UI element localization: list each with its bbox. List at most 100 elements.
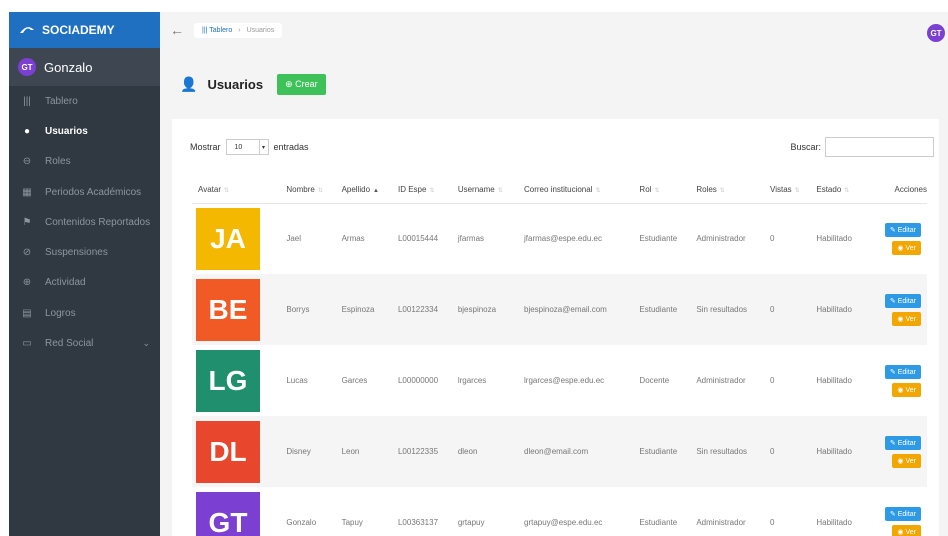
search-control: Buscar: <box>790 137 934 157</box>
cell-estado: Habilitado <box>816 376 852 385</box>
cell-estado: Habilitado <box>810 416 865 487</box>
sidebar-item-5[interactable]: ⊘ Suspensiones <box>9 237 160 267</box>
cell-correo: bjespinoza@email.com <box>518 274 634 345</box>
user-icon: ● <box>23 125 31 137</box>
search-label: Buscar: <box>790 142 821 152</box>
search-input[interactable] <box>825 137 934 157</box>
column-header[interactable]: Roles ⇅ <box>690 177 765 204</box>
sidebar-item-7[interactable]: ▤ Logros <box>9 298 160 328</box>
sort-icon: ⇅ <box>429 188 435 195</box>
view-button[interactable]: ◉ Ver <box>892 453 921 468</box>
cell-id: L00015444 <box>397 234 439 244</box>
avatar: BE <box>196 278 260 341</box>
cell-correo: jfarmas@espe.edu.ec <box>524 234 602 244</box>
cell-rol: Estudiante <box>639 518 678 527</box>
avatar: GT <box>196 491 260 536</box>
back-arrow-icon[interactable]: ← <box>170 22 184 38</box>
cell-correo: lrgarces@espe.edu.ec <box>524 376 605 385</box>
app-frame: SOCIADEMY GT Gonzalo ||| Tablero ● Usuarios… <box>9 12 948 536</box>
cell-roles: Administrador <box>696 376 746 385</box>
edit-label: Editar <box>897 297 916 305</box>
edit-button[interactable]: ✎ Editar <box>884 222 921 237</box>
calendar-icon: ▦ <box>22 186 32 198</box>
sidebar-item-3[interactable]: ▦ Periodos Académicos <box>9 177 160 207</box>
table-row: BE Borrys Espinoza L00122334 bjespinoza bjesp… <box>192 274 927 345</box>
column-header-label: Rol <box>639 185 652 195</box>
create-button[interactable]: ⊕ Crear <box>277 74 326 95</box>
avatar: LG <box>196 349 260 412</box>
column-header[interactable]: ID Espe ⇅ <box>391 177 452 204</box>
sidebar-item-6[interactable]: ⊕ Actividad <box>9 268 160 298</box>
cell-correo: grtapuy@espe.edu.ec <box>524 518 603 527</box>
column-header-label: Acciones <box>894 185 927 195</box>
cell-id: L00122334 <box>391 274 452 345</box>
actions-cell: ✎ Editar ◉ Ver <box>864 203 927 274</box>
page-size-select[interactable]: 10 ▾ <box>225 139 269 155</box>
column-header[interactable]: Correo institucional ⇅ <box>518 177 634 204</box>
cell-id: L00000000 <box>397 376 439 385</box>
table-header-row: Avatar ⇅ Nombre ⇅ Apellido ▲ ID Espe ⇅ Username ⇅… <box>192 177 927 204</box>
column-header-label: Roles <box>696 185 717 195</box>
cell-apellido: Leon <box>335 416 392 487</box>
view-label: Ver <box>905 244 916 252</box>
entries-label: entradas <box>273 142 309 152</box>
breadcrumb-root[interactable]: ||| Tablero <box>202 27 232 34</box>
cell-username: jfarmas <box>457 234 485 244</box>
column-header: Acciones <box>864 177 927 204</box>
cell-username: lrgarces <box>457 376 487 385</box>
edit-button[interactable]: ✎ Editar <box>884 435 921 450</box>
cell-username: bjespinoza <box>451 274 518 345</box>
column-header[interactable]: Username ⇅ <box>451 177 518 204</box>
sort-icon: ⇅ <box>794 188 800 195</box>
column-header[interactable]: Estado ⇅ <box>810 177 865 204</box>
avatar-cell: LG <box>192 345 280 416</box>
breadcrumb-current: Usuarios <box>246 26 275 34</box>
column-header[interactable]: Nombre ⇅ <box>280 177 336 204</box>
chevron-down-icon: ⌄ <box>142 338 150 349</box>
network-icon: ▭ <box>22 338 32 350</box>
sidebar-item-0[interactable]: ||| Tablero <box>9 86 160 116</box>
edit-button[interactable]: ✎ Editar <box>884 293 921 308</box>
user-menu-avatar[interactable]: GT <box>927 24 945 42</box>
cell-id: L00122335 <box>391 416 452 487</box>
view-button[interactable]: ◉ Ver <box>892 240 921 255</box>
sidebar-item-1[interactable]: ● Usuarios <box>9 116 160 146</box>
table-row: GT Gonzalo Tapuy L00363137 grtapuy grtapuy@es… <box>192 487 927 536</box>
cell-apellido: Espinoza <box>335 274 392 345</box>
sidebar-item-label: Actividad <box>45 277 86 289</box>
lock-icon: ⊖ <box>22 156 32 168</box>
actions-cell: ✎ Editar ◉ Ver <box>864 487 927 536</box>
sort-icon: ⇅ <box>317 188 323 195</box>
bars-icon: ||| <box>23 95 31 107</box>
sidebar-item-8[interactable]: ▭ Red Social ⌄ <box>9 328 160 358</box>
sort-icon: ⇅ <box>844 188 850 195</box>
cell-apellido: Armas <box>341 234 365 244</box>
column-header-label: ID Espe <box>397 185 427 195</box>
sidebar-profile[interactable]: GT Gonzalo <box>9 48 160 86</box>
view-label: Ver <box>905 457 916 465</box>
brand-name: SOCIADEMY <box>42 23 115 37</box>
cell-nombre: Jael <box>286 234 302 244</box>
edit-button[interactable]: ✎ Editar <box>884 364 921 379</box>
avatar: JA <box>196 207 260 270</box>
cell-roles: Sin resultados <box>690 416 765 487</box>
cell-estado: Habilitado <box>810 274 865 345</box>
view-button[interactable]: ◉ Ver <box>892 524 921 536</box>
sidebar-item-2[interactable]: ⊖ Roles <box>9 147 160 177</box>
edit-button[interactable]: ✎ Editar <box>884 506 921 521</box>
column-header-label: Apellido <box>341 185 371 195</box>
topbar: ← ||| Tablero › Usuarios <box>160 12 948 48</box>
column-header[interactable]: Apellido ▲ <box>335 177 392 204</box>
view-button[interactable]: ◉ Ver <box>892 311 921 326</box>
page-size-control: Mostrar 10 ▾ entradas <box>190 139 309 155</box>
view-button[interactable]: ◉ Ver <box>892 382 921 397</box>
sidebar-item-4[interactable]: ⚑ Contenidos Reportados <box>9 207 160 237</box>
column-header[interactable]: Vistas ⇅ <box>764 177 811 204</box>
column-header[interactable]: Rol ⇅ <box>633 177 691 204</box>
view-label: Ver <box>905 386 916 394</box>
cell-apellido: Tapuy <box>341 518 363 527</box>
column-header[interactable]: Avatar ⇅ <box>192 177 281 204</box>
brand-bar[interactable]: SOCIADEMY <box>9 12 160 48</box>
cell-vistas: 0 <box>770 518 775 527</box>
sidebar-item-label: Logros <box>45 307 76 319</box>
